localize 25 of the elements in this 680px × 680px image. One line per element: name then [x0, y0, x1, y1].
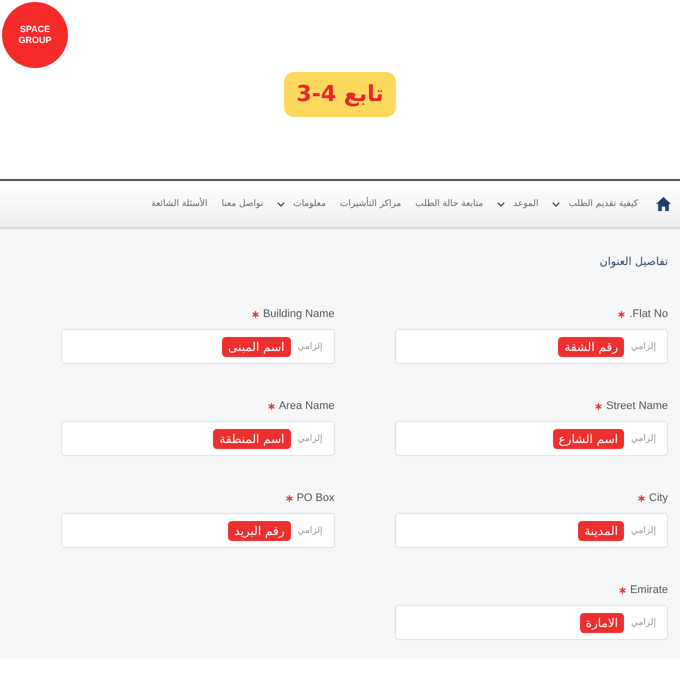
field-label: Area Name: [278, 400, 334, 412]
nav-link[interactable]: متابعة حالة الطلب: [415, 199, 484, 209]
annotation-tag: رقم البريد: [228, 520, 290, 540]
brand-logo: SPACE GROUP: [2, 2, 68, 68]
annotation-tag: المدينة: [578, 520, 624, 540]
field-label: City: [649, 492, 668, 504]
field-label: Building Name: [262, 308, 334, 320]
nav-link[interactable]: كيفية تقديم الطلب: [552, 199, 638, 209]
annotation-tag: اسم المبنى: [222, 336, 290, 356]
field-label: PO Box: [296, 492, 334, 504]
annotation-tag: اسم المنطقة: [213, 428, 290, 448]
annotation-tag: الامارة: [580, 612, 624, 632]
nav-link[interactable]: الأسئلة الشائعة: [151, 199, 208, 209]
step-heading: تابع 4-3: [284, 72, 396, 117]
field-label: Emirate: [630, 584, 668, 596]
annotation-tag: رقم الشقة: [558, 336, 624, 356]
field-label: Street Name: [606, 400, 668, 412]
field-label: Flat No.: [629, 308, 668, 320]
home-icon[interactable]: [656, 197, 671, 211]
nav-link[interactable]: تواصل معنا: [222, 199, 264, 209]
section-title: تفاصيل العنوان: [598, 255, 668, 269]
nav-link[interactable]: الموعد: [497, 199, 538, 209]
nav-link[interactable]: مراكز التأشيرات: [340, 199, 402, 209]
annotation-tag: اسم الشارع: [552, 428, 624, 448]
nav-link[interactable]: معلومات: [277, 199, 326, 209]
